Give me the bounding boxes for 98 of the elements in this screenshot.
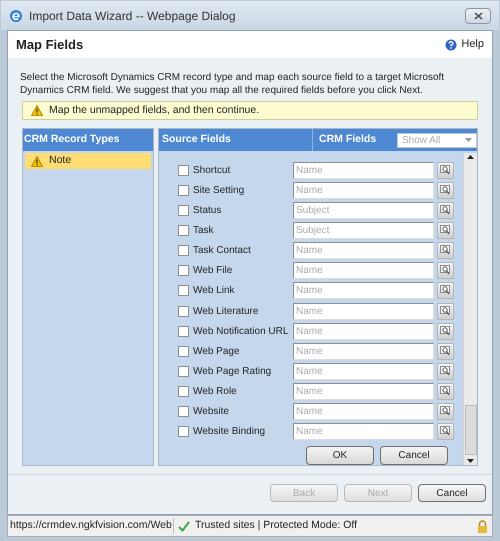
magnifier-icon (440, 184, 452, 196)
checkmark-icon (178, 520, 190, 532)
checkbox[interactable] (178, 326, 189, 337)
source-field-label: Task Contact (193, 244, 252, 258)
crm-field-input[interactable]: Name (293, 162, 434, 179)
page-title: Map Fields (16, 36, 84, 54)
warning-icon (31, 105, 43, 116)
source-field-label: Web Role (193, 385, 238, 400)
crm-field-input[interactable]: Subject (293, 222, 434, 239)
source-field-label: Site Setting (193, 184, 246, 198)
lookup-button[interactable] (437, 342, 454, 360)
crm-field-input[interactable]: Name (293, 302, 434, 320)
warning-text: Map the unmapped fields, and then continue. (49, 102, 260, 118)
checkbox[interactable] (178, 164, 189, 176)
checkbox[interactable] (178, 386, 189, 398)
description-text: Select the Microsoft Dynamics CRM record type and map each source field to a target Microsoft Dynamics CRM field. We suggest that you map all the required fields before you click Next. (20, 71, 446, 97)
magnifier-icon (440, 265, 452, 276)
checkbox[interactable] (178, 306, 189, 317)
scrollbar[interactable] (463, 153, 477, 465)
lookup-button[interactable] (437, 423, 454, 440)
crm-field-input[interactable]: Subject (293, 202, 434, 219)
record-type-label: Note (49, 153, 72, 168)
scroll-up-icon (467, 155, 474, 159)
lookup-button[interactable] (437, 383, 454, 400)
lookup-button[interactable] (437, 222, 454, 239)
browser-icon (9, 8, 23, 22)
scroll-thumb[interactable] (464, 405, 476, 455)
magnifier-icon (440, 426, 452, 438)
lookup-button[interactable] (437, 202, 454, 219)
crm-field-input[interactable]: Name (293, 403, 434, 420)
source-field-label: Web Notification URL (193, 324, 290, 339)
close-button[interactable] (465, 8, 491, 24)
magnifier-icon (440, 326, 452, 337)
checkbox[interactable] (178, 204, 189, 216)
scroll-down-icon (467, 459, 474, 463)
magnifier-icon (440, 346, 452, 357)
crm-field-input[interactable]: Name (293, 322, 434, 340)
checkbox[interactable] (178, 224, 189, 236)
lookup-button[interactable] (437, 322, 454, 340)
help-link[interactable]: Help (445, 36, 484, 53)
dialog-button[interactable]: Cancel (380, 446, 448, 465)
dialog-button[interactable]: OK (306, 446, 374, 465)
crm-field-input[interactable]: Name (293, 262, 434, 280)
source-fields-heading: Source Fields (159, 129, 313, 151)
status-url: https://crmdev.ngkfvision.com/Web (8, 518, 174, 534)
crm-field-input[interactable]: Name (293, 423, 434, 440)
magnifier-icon (440, 285, 452, 296)
padlock-icon (477, 520, 488, 532)
source-field-label: Task (193, 224, 215, 238)
lookup-button[interactable] (437, 262, 454, 280)
source-field-label: Status (193, 204, 222, 218)
crm-field-input[interactable]: Name (293, 383, 434, 400)
source-field-label: Web Page (193, 344, 241, 359)
crm-field-input[interactable]: Name (293, 342, 434, 360)
filter-value: Show All (402, 134, 440, 148)
magnifier-icon (440, 245, 452, 256)
crm-fields-heading: CRM Fields (318, 132, 378, 148)
lookup-button[interactable] (437, 302, 454, 320)
source-field-label: Shortcut (193, 164, 232, 178)
source-field-label: Web Link (193, 284, 236, 298)
checkbox[interactable] (178, 285, 189, 296)
crm-field-input[interactable]: Name (293, 242, 434, 260)
record-type-item[interactable]: Note (25, 153, 151, 169)
checkbox[interactable] (178, 184, 189, 196)
checkbox[interactable] (178, 426, 189, 438)
lookup-button[interactable] (437, 282, 454, 300)
magnifier-icon (440, 406, 452, 418)
magnifier-icon (440, 204, 452, 216)
security-zone: Trusted sites | Protected Mode: Off (195, 518, 358, 534)
caret-icon (465, 138, 472, 142)
wizard-button[interactable]: Cancel (418, 484, 486, 502)
lookup-button[interactable] (437, 182, 454, 199)
panel-header: CRM Record Types (23, 129, 153, 151)
magnifier-icon (440, 366, 452, 377)
checkbox[interactable] (178, 265, 189, 276)
checkbox[interactable] (178, 245, 189, 256)
magnifier-icon (440, 306, 452, 317)
magnifier-icon (440, 224, 452, 236)
lookup-button[interactable] (437, 362, 454, 380)
source-field-label: Web Literature (193, 304, 260, 319)
checkbox[interactable] (178, 346, 189, 357)
close-icon (474, 12, 482, 20)
source-field-label: Web File (193, 264, 234, 278)
crm-field-input[interactable]: Name (293, 182, 434, 199)
checkbox[interactable] (178, 406, 189, 418)
help-icon (445, 38, 458, 50)
lookup-button[interactable] (437, 242, 454, 260)
crm-field-input[interactable]: Name (293, 362, 434, 380)
checkbox[interactable] (178, 366, 189, 377)
source-field-label: Website (193, 405, 230, 420)
crm-field-input[interactable]: Name (293, 282, 434, 300)
magnifier-icon (440, 164, 452, 176)
source-field-label: Website Binding (193, 425, 266, 440)
lookup-button[interactable] (437, 403, 454, 420)
source-field-label: Web Page Rating (193, 364, 272, 379)
lookup-button[interactable] (437, 162, 454, 179)
window-title: Import Data Wizard -- Webpage Dialog (29, 8, 236, 24)
magnifier-icon (440, 386, 452, 398)
